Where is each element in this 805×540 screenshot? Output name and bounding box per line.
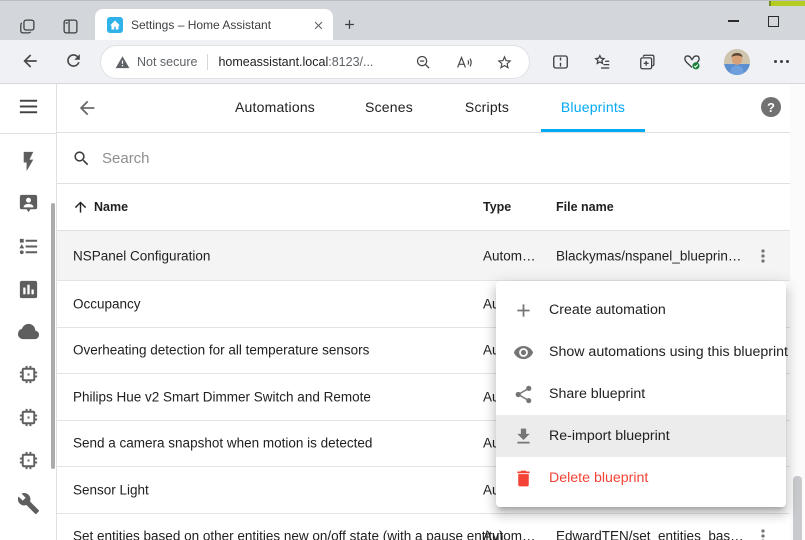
person-badge-icon[interactable]	[17, 192, 40, 215]
page-scrollbar-thumb[interactable]	[793, 476, 802, 540]
row-overflow-menu-icon[interactable]	[753, 526, 773, 540]
tab-scripts[interactable]: Scripts	[465, 99, 509, 115]
logbook-icon[interactable]	[17, 235, 40, 258]
read-aloud-icon[interactable]	[455, 54, 473, 71]
chip-icon-3[interactable]	[17, 449, 40, 472]
menu-item-label: Show automations using this blueprint	[549, 344, 788, 360]
row-overflow-menu-icon[interactable]	[753, 246, 773, 266]
browser-window: Settings – Home Assistant Not secure hom…	[0, 0, 805, 540]
history-icon[interactable]	[17, 278, 40, 301]
workspaces-icon[interactable]	[19, 18, 36, 35]
column-name[interactable]: Name	[94, 200, 128, 214]
tab-automations[interactable]: Automations	[235, 99, 315, 115]
menu-icon[interactable]	[17, 95, 40, 118]
table-header: Name Type File name	[57, 184, 790, 231]
tab-strip: Settings – Home Assistant	[0, 0, 805, 40]
menu-item-label: Delete blueprint	[549, 470, 648, 486]
menu-item-label: Re-import blueprint	[549, 428, 670, 444]
settings-menu-icon[interactable]	[774, 60, 789, 63]
refresh-icon[interactable]	[64, 51, 83, 70]
search-icon	[72, 149, 91, 168]
row-name: Sensor Light	[73, 482, 149, 497]
wrench-icon[interactable]	[17, 492, 40, 515]
cloud-icon[interactable]	[17, 320, 40, 343]
back-icon[interactable]	[20, 51, 40, 71]
row-type: Autom…	[483, 248, 536, 263]
menu-item-create-automation[interactable]: Create automation	[496, 289, 786, 331]
home-assistant-favicon	[107, 17, 123, 33]
eye-icon	[513, 342, 534, 363]
ha-header: Automations Scenes Scripts Blueprints ?	[57, 84, 790, 133]
column-type[interactable]: Type	[483, 200, 511, 214]
help-icon[interactable]: ?	[761, 97, 781, 117]
window-minimize-button[interactable]	[718, 12, 748, 30]
page-scrollbar-track[interactable]	[790, 84, 805, 540]
split-screen-icon[interactable]	[551, 53, 570, 71]
row-file: Blackymas/nspanel_blueprin…	[556, 248, 741, 263]
menu-item-delete-blueprint[interactable]: Delete blueprint	[496, 457, 786, 499]
ha-back-icon[interactable]	[76, 97, 98, 119]
tab-title: Settings – Home Assistant	[131, 18, 312, 32]
address-bar[interactable]: Not secure homeassistant.local :8123/...	[100, 45, 530, 79]
table-row[interactable]: Set entities based on other entities new…	[57, 514, 790, 540]
menu-item-share-blueprint[interactable]: Share blueprint	[496, 373, 786, 415]
active-tab-underline	[541, 129, 645, 132]
row-name: Occupancy	[73, 296, 141, 311]
sidebar-divider	[0, 133, 56, 134]
column-file[interactable]: File name	[556, 200, 614, 214]
share-icon	[513, 384, 534, 405]
search-input[interactable]	[102, 150, 502, 167]
address-divider	[207, 54, 208, 70]
download-icon	[513, 426, 534, 447]
plus-icon	[513, 300, 534, 321]
row-name: Set entities based on other entities new…	[73, 529, 504, 540]
tab-actions-icon[interactable]	[62, 18, 79, 35]
browser-essentials-icon[interactable]	[682, 52, 702, 71]
trash-icon	[513, 468, 534, 489]
row-type: Autom…	[483, 529, 536, 540]
chip-icon-2[interactable]	[17, 406, 40, 429]
chip-icon-1[interactable]	[17, 363, 40, 386]
tab-blueprints[interactable]: Blueprints	[561, 99, 625, 115]
sort-arrow-icon[interactable]	[72, 199, 89, 216]
row-file: EdwardTEN/set_entities_bas…	[556, 529, 744, 540]
desktop-background-sliver	[769, 1, 805, 6]
tab-scenes[interactable]: Scenes	[365, 99, 413, 115]
browser-tab[interactable]: Settings – Home Assistant	[95, 9, 333, 41]
row-name: Philips Hue v2 Smart Dimmer Switch and R…	[73, 389, 371, 404]
profile-avatar[interactable]	[724, 49, 750, 75]
tab-close-icon[interactable]	[312, 19, 325, 32]
menu-item-show-automations[interactable]: Show automations using this blueprint	[496, 331, 786, 373]
energy-icon[interactable]	[17, 150, 40, 173]
warning-icon	[115, 55, 130, 70]
row-name: Send a camera snapshot when motion is de…	[73, 436, 372, 451]
url-host[interactable]: homeassistant.local	[218, 55, 328, 69]
sidebar-scrollbar[interactable]	[51, 203, 55, 469]
collections-add-icon[interactable]	[638, 53, 657, 71]
ha-sidebar	[0, 84, 57, 540]
security-label[interactable]: Not secure	[137, 55, 197, 69]
menu-item-label: Create automation	[549, 302, 666, 318]
menu-item-label: Share blueprint	[549, 386, 645, 402]
zoom-out-icon[interactable]	[415, 54, 432, 71]
row-name: NSPanel Configuration	[73, 248, 210, 263]
menu-item-reimport-blueprint[interactable]: Re-import blueprint	[496, 415, 786, 457]
table-row[interactable]: NSPanel Configuration Autom… Blackymas/n…	[57, 231, 790, 281]
row-name: Overheating detection for all temperatur…	[73, 343, 369, 358]
url-path[interactable]: :8123/...	[328, 55, 373, 69]
favorite-star-icon[interactable]	[496, 54, 513, 71]
new-tab-icon[interactable]	[342, 17, 357, 32]
search-row	[57, 133, 790, 184]
favorites-icon[interactable]	[593, 53, 612, 71]
blueprint-context-menu: Create automation Show automations using…	[496, 281, 786, 507]
window-maximize-button[interactable]	[758, 12, 788, 30]
